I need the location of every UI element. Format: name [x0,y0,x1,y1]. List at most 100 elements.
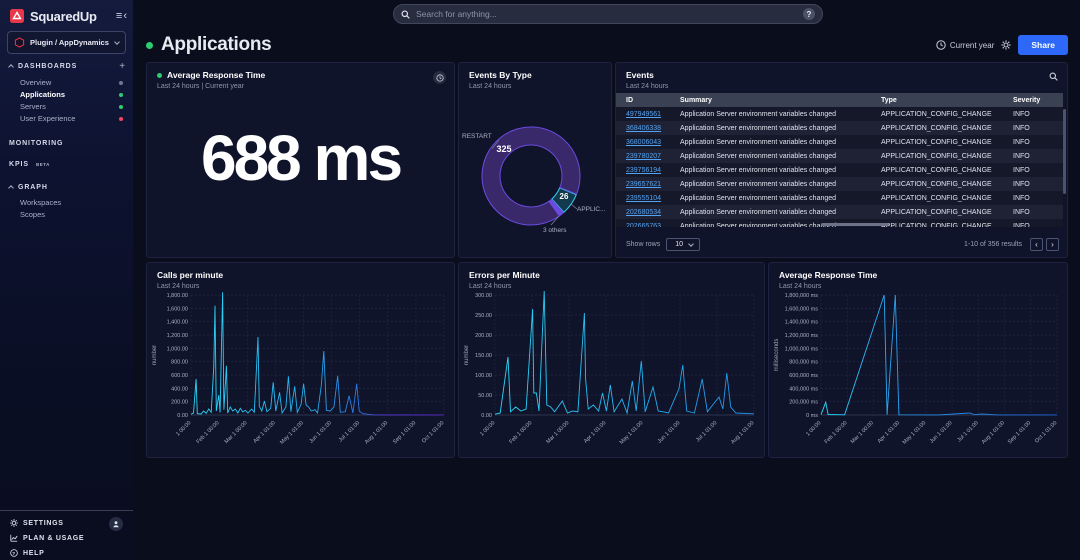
tile-title: Events By Type [469,70,601,80]
svg-text:1,800,000 ms: 1,800,000 ms [785,293,819,299]
help-button[interactable]: ? HELP [10,549,44,557]
event-id-link[interactable]: 497949561 [626,111,661,118]
svg-text:Jun 1 01:00: Jun 1 01:00 [929,420,954,445]
sidebar-item-workspaces[interactable]: Workspaces [20,197,123,208]
svg-text:0.00: 0.00 [177,413,188,419]
event-id-link[interactable]: 368006043 [626,139,661,146]
clock-icon [436,74,444,82]
svg-text:number: number [152,345,158,365]
event-id-link[interactable]: 239657621 [626,181,661,188]
svg-text:Feb 1 00:00: Feb 1 00:00 [824,420,849,445]
section-monitoring[interactable]: MONITORING [9,137,126,149]
sidebar-item-scopes[interactable]: Scopes [20,209,123,220]
share-button[interactable]: Share [1018,35,1068,55]
tile-average-response-time-chart: Average Response Time Last 24 hours 0 ms… [768,262,1068,458]
dashboard-settings-gear-icon[interactable] [1001,40,1011,50]
caret-up-icon [8,185,14,191]
event-severity: INFO [1013,125,1063,132]
tile-errors-per-minute: Errors per Minute Last 24 hours 0.0050.0… [458,262,765,458]
page-header: Applications Current year Share [146,33,1068,57]
event-id-link[interactable]: 239756194 [626,167,661,174]
status-dot [119,105,123,109]
svg-text:Feb 1 00:00: Feb 1 00:00 [196,420,221,445]
event-id-link[interactable]: 202680534 [626,209,661,216]
svg-text:Sep 1 01:00: Sep 1 01:00 [392,420,417,445]
svg-text:150.00: 150.00 [475,353,492,359]
workspace-selector[interactable]: Plugin / AppDynamics [7,31,126,54]
section-dashboards[interactable]: DASHBOARDS + [9,60,126,72]
timeframe-picker[interactable]: Current year [936,40,994,50]
svg-text:1,800.00: 1,800.00 [167,293,188,299]
svg-text:Aug 1 01:00: Aug 1 01:00 [730,420,755,445]
event-summary: Application Server environment variables… [680,139,881,146]
event-severity: INFO [1013,139,1063,146]
svg-text:100.00: 100.00 [475,373,492,379]
sidebar-item-overview[interactable]: Overview [20,77,123,88]
menu-collapse-icon[interactable] [116,10,128,22]
vertical-scrollbar[interactable] [1063,109,1066,194]
section-kpis[interactable]: KPISBETA [9,158,126,170]
avatar[interactable] [109,517,123,531]
kpi-value: 688 ms [147,121,454,195]
event-type: APPLICATION_CONFIG_CHANGE [881,209,1013,216]
search-input[interactable] [416,9,797,19]
app-name[interactable]: SquaredUp [30,9,97,24]
sidebar: SquaredUp Plugin / AppDynamics DASHBOARD… [0,0,133,560]
tile-events-by-type: Events By Type Last 24 hours 325 RESTART… [458,62,612,258]
add-dashboard-button[interactable]: + [119,61,126,72]
event-severity: INFO [1013,153,1063,160]
settings-button[interactable]: SETTINGS [10,519,64,527]
tile-subtitle: Last 24 hours [469,83,601,90]
event-id-link[interactable]: 368406338 [626,125,661,132]
status-dot [119,81,123,85]
event-id-link[interactable]: 239555104 [626,195,661,202]
table-row: 239756194Application Server environment … [616,163,1063,177]
global-search[interactable] [393,4,823,24]
page-size-select[interactable]: 10 [666,238,700,251]
squaredup-logo-icon[interactable] [9,8,25,24]
table-row: 239657621Application Server environment … [616,177,1063,191]
svg-text:Aug 1 01:00: Aug 1 01:00 [981,420,1006,445]
svg-text:400,000 ms: 400,000 ms [789,386,818,392]
horizontal-scrollbar[interactable] [821,223,889,226]
chevron-down-icon [688,241,694,247]
svg-text:Oct 1 01:00: Oct 1 01:00 [421,420,445,444]
plugin-hexagon-icon [14,37,25,48]
svg-text:200.00: 200.00 [475,333,492,339]
search-help-icon[interactable] [803,8,815,20]
svg-text:Apr 1 01:00: Apr 1 01:00 [252,420,276,444]
svg-text:Mar 1 00:00: Mar 1 00:00 [850,420,875,445]
svg-text:number: number [464,345,470,365]
sidebar-item-user-experience[interactable]: User Experience [20,113,123,124]
svg-text:200.00: 200.00 [171,400,188,406]
table-row: 497949561Application Server environment … [616,107,1063,121]
section-graph[interactable]: GRAPH [9,181,126,193]
page-title: Applications [161,34,271,56]
svg-text:May 1 01:00: May 1 01:00 [619,420,645,446]
table-header-row: ID Summary Type Severity [616,93,1063,107]
sidebar-item-servers[interactable]: Servers [20,101,123,112]
svg-text:1,000,000 ms: 1,000,000 ms [785,346,819,352]
table-row: 239555104Application Server environment … [616,191,1063,205]
prev-page-button[interactable]: ‹ [1030,238,1043,251]
clock-icon [936,40,946,50]
usage-chart-icon [10,534,18,542]
svg-text:600,000 ms: 600,000 ms [789,373,818,379]
tile-subtitle: Last 24 hours [626,83,1057,90]
table-search-icon[interactable] [1049,72,1058,81]
sidebar-item-applications[interactable]: Applications [20,89,123,100]
next-page-button[interactable]: › [1046,238,1059,251]
plan-usage-button[interactable]: PLAN & USAGE [10,534,84,542]
event-severity: INFO [1013,195,1063,202]
event-id-link[interactable]: 202665763 [626,223,661,228]
table-row: 202680534Application Server environment … [616,205,1063,219]
table-footer: Show rows 10 1-10 of 356 results ‹ › [626,237,1059,252]
events-by-type-donut [459,63,611,257]
svg-text:1 00:00: 1 00:00 [175,420,192,437]
svg-text:Apr 1 01:00: Apr 1 01:00 [877,420,901,444]
tile-timeframe-icon[interactable] [433,71,446,84]
svg-text:Aug 1 01:00: Aug 1 01:00 [364,420,389,445]
event-id-link[interactable]: 239780207 [626,153,661,160]
tile-average-response-time: Average Response Time Last 24 hours | Cu… [146,62,455,258]
tile-title: Average Response Time [167,70,265,80]
